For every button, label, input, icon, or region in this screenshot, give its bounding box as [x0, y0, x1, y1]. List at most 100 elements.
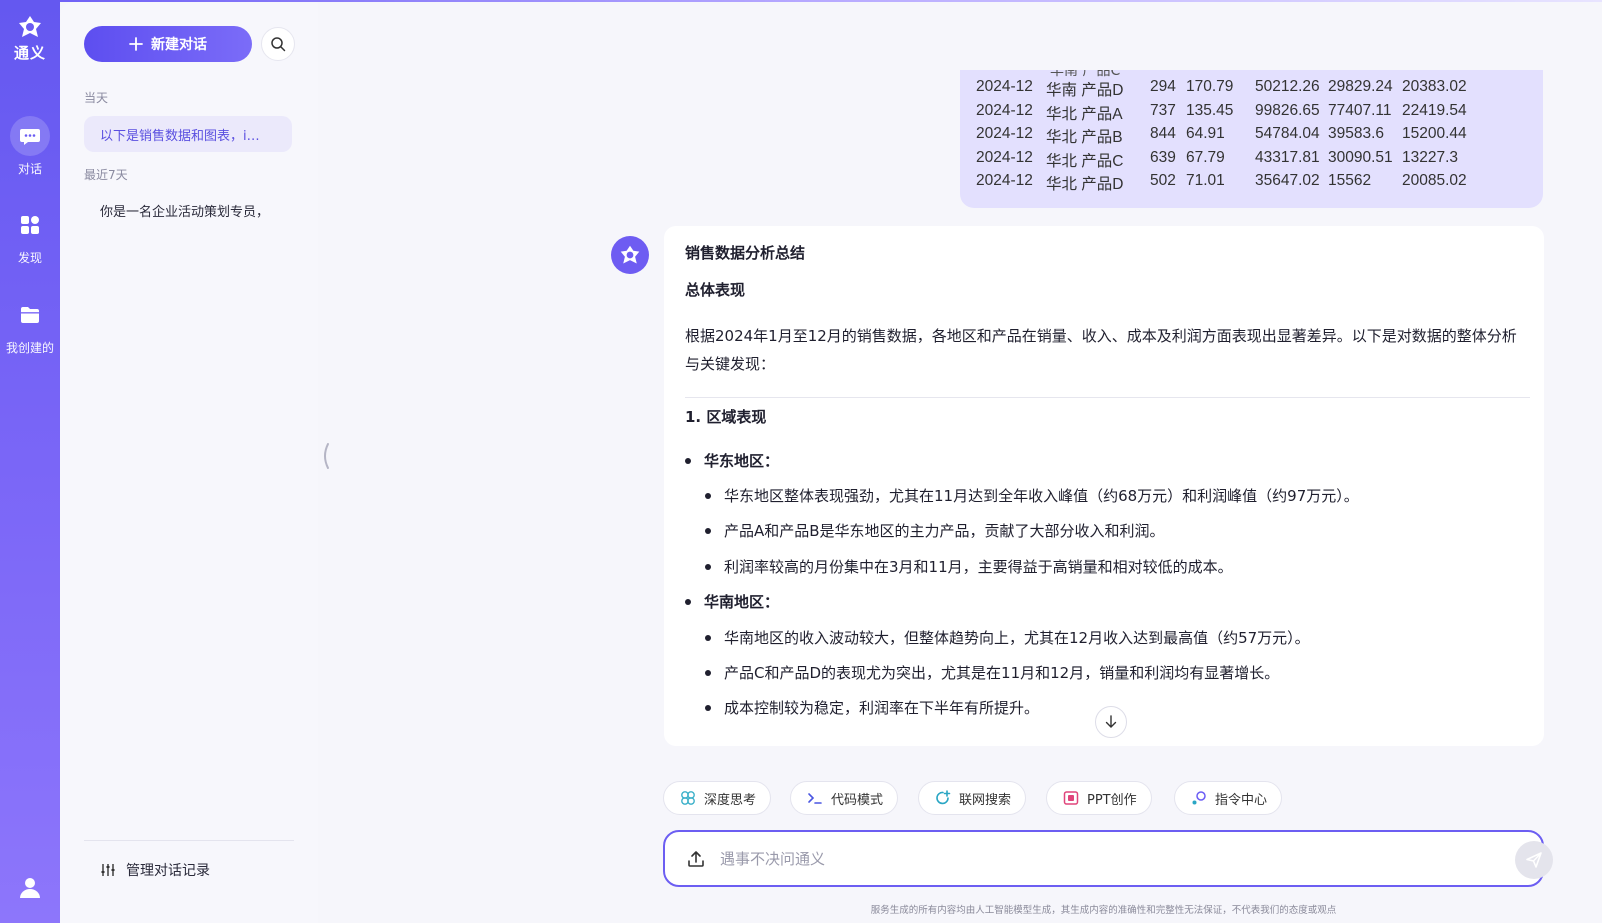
chat-icon [19, 125, 41, 147]
answer-subtitle: 总体表现 [685, 281, 746, 299]
conversation-title: 你是一名企业活动策划专员， [100, 204, 270, 220]
user-icon [18, 875, 42, 899]
rail-item-label: 发现 [17, 251, 42, 265]
tool-label: 指令中心 [1215, 792, 1268, 808]
conversation-title: 以下是销售数据和图表，i… [100, 128, 260, 144]
table-cell: 20383.02 [1402, 78, 1467, 95]
rail-item-mine[interactable]: 我创建的 [0, 295, 60, 356]
tool-ppt[interactable]: PPT创作 [1046, 781, 1152, 815]
table-cell: 99826.65 [1255, 101, 1320, 119]
rail-item-chat[interactable]: 对话 [0, 116, 60, 177]
logo-text: 通义 [13, 44, 46, 62]
message-input[interactable] [720, 846, 1460, 872]
table-cell: 2024-12 [976, 78, 1033, 95]
sliders-icon [100, 862, 116, 878]
table-cell: 43317.81 [1255, 148, 1320, 166]
web-search-icon [935, 790, 951, 806]
region-east-label: 华东地区： [684, 452, 780, 470]
table-cell: 15200.44 [1402, 125, 1467, 142]
conversation-item[interactable]: 以下是销售数据和图表，i… [84, 116, 292, 152]
command-icon [1191, 790, 1207, 806]
search-icon [270, 36, 286, 52]
nav-rail: 通义 对话 发现 我创建的 [0, 0, 60, 923]
table-cell: 135.45 [1186, 101, 1234, 119]
table-cell: 2024-12 [976, 172, 1033, 189]
tool-label: 深度思考 [704, 792, 757, 808]
send-icon [1525, 851, 1543, 869]
list-item: 产品C和产品D的表现尤为突出，尤其是在11月和12月，销量和利润均有显著增长。 [704, 664, 1280, 682]
table-cell: 71.01 [1186, 172, 1225, 189]
list-item: 产品A和产品B是华东地区的主力产品，贡献了大部分收入和利润。 [705, 522, 1165, 540]
table-cell: 639 [1150, 148, 1176, 166]
table-cell: 844 [1150, 125, 1176, 142]
grid-icon [19, 214, 41, 236]
section-today: 当天 [84, 91, 109, 105]
answer-divider [685, 397, 1530, 398]
conversation-item[interactable]: 你是一名企业活动策划专员， [84, 192, 292, 228]
table-cell: 20085.02 [1402, 172, 1467, 189]
table-cell: 64.91 [1186, 125, 1225, 142]
answer-title: 销售数据分析总结 [685, 244, 806, 262]
send-button[interactable] [1515, 841, 1553, 879]
conversation-sidebar: 新建对话 当天 以下是销售数据和图表，i… 最近7天 你是一名企业活动策划专员，… [60, 2, 318, 923]
chat-composer [663, 830, 1553, 887]
tool-web-search[interactable]: 联网搜索 [918, 781, 1027, 815]
table-cell: 2024-12 [976, 125, 1033, 142]
tongyi-logo-icon [619, 244, 641, 266]
section-recent: 最近7天 [84, 168, 128, 182]
folder-icon [19, 304, 41, 326]
table-cell: 39583.6 [1328, 125, 1385, 142]
tool-label: 联网搜索 [959, 792, 1012, 808]
tongyi-logo-icon [17, 14, 43, 40]
arrow-down-icon [1104, 715, 1118, 729]
upload-icon [687, 850, 705, 868]
deep-think-icon [680, 790, 696, 806]
rail-item-label: 对话 [17, 162, 42, 176]
table-cell: 54784.04 [1255, 125, 1320, 142]
assistant-avatar [611, 236, 649, 274]
region-south-label: 华南地区： [684, 593, 780, 611]
table-cell: 华北 产品C [1046, 152, 1124, 170]
table-cell: 35647.02 [1255, 172, 1320, 189]
tool-code-mode[interactable]: 代码模式 [790, 781, 899, 815]
tool-command-center[interactable]: 指令中心 [1174, 781, 1283, 815]
chevron-left-icon [319, 442, 331, 470]
tool-label: PPT创作 [1087, 792, 1137, 808]
manage-history-button[interactable]: 管理对话记录 [100, 860, 210, 880]
assistant-message: 销售数据分析总结 总体表现 根据2024年1月至12月的销售数据，各地区和产品在… [664, 226, 1544, 746]
user-avatar[interactable] [12, 869, 48, 905]
table-cell: 13227.3 [1402, 148, 1459, 166]
search-button[interactable] [261, 27, 295, 61]
tool-deep-think[interactable]: 深度思考 [663, 781, 772, 815]
table-cell: 502 [1150, 172, 1176, 189]
ppt-icon [1063, 790, 1079, 806]
upload-button[interactable] [683, 846, 709, 872]
table-cell: 294 [1150, 78, 1176, 95]
table-cell: 华北 产品D [1046, 176, 1124, 193]
new-chat-label: 新建对话 [151, 37, 207, 53]
new-chat-button[interactable]: 新建对话 [84, 26, 252, 62]
table-cell: 67.79 [1186, 148, 1225, 166]
answer-intro: 根据2024年1月至12月的销售数据，各地区和产品在销量、收入、成本及利润方面表… [685, 327, 1517, 373]
list-item: 华南地区的收入波动较大，但整体趋势向上，尤其在12月收入达到最高值（约57万元）… [705, 629, 1310, 647]
table-cell: 华北 产品A [1046, 105, 1123, 123]
table-cell: 15562 [1328, 172, 1372, 189]
table-cell: 30090.51 [1328, 148, 1393, 166]
disclaimer-text: 服务生成的所有内容均由人工智能模型生成，其生成内容的准确性和完整性无法保证，不代… [870, 905, 1337, 916]
app-logo[interactable]: 通义 [0, 14, 60, 63]
manage-label: 管理对话记录 [126, 863, 210, 879]
list-item: 成本控制较为稳定，利润率在下半年有所提升。 [704, 699, 1040, 717]
user-message-bubble: 华南 产品C 2024-12 华南 产品D 294 170.79 50212.26 298… [960, 70, 1543, 208]
tool-label: 代码模式 [831, 792, 884, 808]
table-cell: 50212.26 [1255, 78, 1320, 95]
table-cell: 2024-12 [976, 101, 1033, 119]
collapse-sidebar-handle[interactable] [319, 442, 331, 470]
table-cell: 77407.11 [1328, 101, 1392, 119]
table-cell: 2024-12 [976, 148, 1033, 166]
scroll-to-bottom-button[interactable] [1095, 706, 1127, 738]
list-item: 利润率较高的月份集中在3月和11月，主要得益于高销量和相对较低的成本。 [705, 558, 1233, 576]
rail-item-discover[interactable]: 发现 [0, 205, 60, 266]
table-cell: 22419.54 [1402, 101, 1467, 119]
table-cell: 170.79 [1186, 78, 1234, 95]
table-cell: 华北 产品B [1046, 129, 1123, 146]
